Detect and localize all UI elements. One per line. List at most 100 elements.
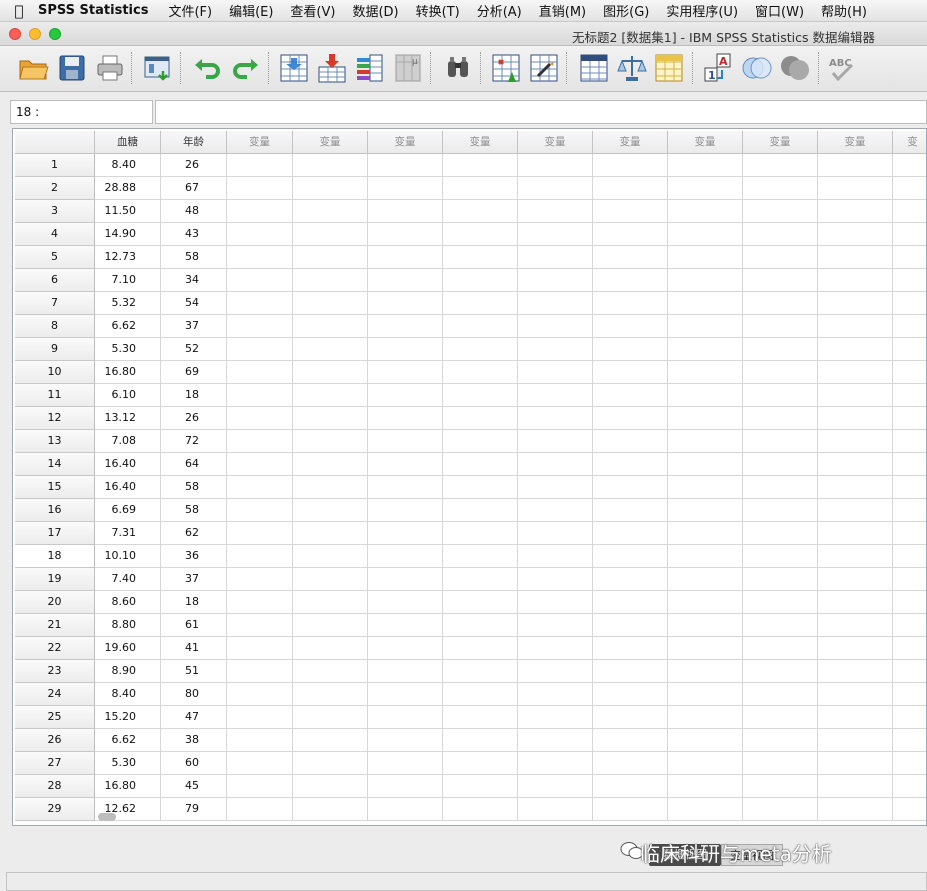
empty-cell[interactable] <box>893 614 926 637</box>
row-number[interactable]: 13 <box>15 430 95 453</box>
use-variable-sets-icon[interactable] <box>740 51 774 85</box>
empty-cell[interactable] <box>743 476 818 499</box>
empty-cell[interactable] <box>668 729 743 752</box>
empty-cell[interactable] <box>743 361 818 384</box>
empty-cell[interactable] <box>443 315 518 338</box>
show-all-variables-icon[interactable] <box>778 51 812 85</box>
empty-cell[interactable] <box>518 499 593 522</box>
empty-cell[interactable] <box>818 591 893 614</box>
empty-cell[interactable] <box>743 315 818 338</box>
empty-cell[interactable] <box>593 660 668 683</box>
empty-cell[interactable] <box>518 384 593 407</box>
empty-cell[interactable] <box>593 430 668 453</box>
menu-view[interactable]: 查看(V) <box>290 1 335 20</box>
empty-cell[interactable] <box>743 499 818 522</box>
empty-cell[interactable] <box>893 775 926 798</box>
cell-age[interactable]: 18 <box>161 591 227 614</box>
empty-cell[interactable] <box>893 315 926 338</box>
empty-cell[interactable] <box>743 775 818 798</box>
empty-cell[interactable] <box>818 683 893 706</box>
row-number[interactable]: 8 <box>15 315 95 338</box>
empty-cell[interactable] <box>227 177 293 200</box>
empty-cell[interactable] <box>893 499 926 522</box>
cell-age[interactable]: 47 <box>161 706 227 729</box>
empty-cell[interactable] <box>368 683 443 706</box>
empty-cell[interactable] <box>227 614 293 637</box>
cell-glucose[interactable]: 8.40 <box>95 154 161 177</box>
empty-cell[interactable] <box>518 545 593 568</box>
cell-glucose[interactable]: 8.40 <box>95 683 161 706</box>
empty-cell[interactable] <box>443 269 518 292</box>
column-header-empty-variable[interactable]: 变 <box>893 131 926 154</box>
data-grid[interactable]: 血糖 年龄 变量 变量 变量 变量 变量 变量 变量 变量 变量变 1 8.40 26 2 28.88 67 3 1… <box>12 128 927 826</box>
redo-icon[interactable] <box>229 51 263 85</box>
empty-cell[interactable] <box>743 568 818 591</box>
empty-cell[interactable] <box>293 522 368 545</box>
cell-glucose[interactable]: 14.90 <box>95 223 161 246</box>
print-icon[interactable] <box>93 51 127 85</box>
empty-cell[interactable] <box>368 706 443 729</box>
empty-cell[interactable] <box>818 798 893 821</box>
empty-cell[interactable] <box>893 683 926 706</box>
column-header-empty-variable[interactable]: 变量 <box>593 131 668 154</box>
empty-cell[interactable] <box>368 522 443 545</box>
empty-cell[interactable] <box>293 453 368 476</box>
select-cases-icon[interactable] <box>652 51 686 85</box>
empty-cell[interactable] <box>518 407 593 430</box>
empty-cell[interactable] <box>227 637 293 660</box>
empty-cell[interactable] <box>293 660 368 683</box>
empty-cell[interactable] <box>818 269 893 292</box>
empty-cell[interactable] <box>818 775 893 798</box>
empty-cell[interactable] <box>893 200 926 223</box>
empty-cell[interactable] <box>227 269 293 292</box>
empty-cell[interactable] <box>227 476 293 499</box>
empty-cell[interactable] <box>743 614 818 637</box>
menu-data[interactable]: 数据(D) <box>352 1 398 20</box>
cell-age[interactable]: 37 <box>161 315 227 338</box>
empty-cell[interactable] <box>293 545 368 568</box>
row-number[interactable]: 14 <box>15 453 95 476</box>
empty-cell[interactable] <box>293 338 368 361</box>
cell-age[interactable]: 52 <box>161 338 227 361</box>
empty-cell[interactable] <box>368 798 443 821</box>
empty-cell[interactable] <box>443 660 518 683</box>
empty-cell[interactable] <box>668 637 743 660</box>
empty-cell[interactable] <box>368 177 443 200</box>
empty-cell[interactable] <box>593 154 668 177</box>
empty-cell[interactable] <box>227 453 293 476</box>
empty-cell[interactable] <box>443 384 518 407</box>
row-number[interactable]: 16 <box>15 499 95 522</box>
cell-age[interactable]: 58 <box>161 499 227 522</box>
empty-cell[interactable] <box>368 292 443 315</box>
empty-cell[interactable] <box>893 407 926 430</box>
empty-cell[interactable] <box>293 384 368 407</box>
empty-cell[interactable] <box>593 729 668 752</box>
empty-cell[interactable] <box>893 384 926 407</box>
empty-cell[interactable] <box>818 522 893 545</box>
empty-cell[interactable] <box>293 269 368 292</box>
apple-menu-icon[interactable]:  <box>0 2 38 20</box>
cell-age[interactable]: 48 <box>161 200 227 223</box>
empty-cell[interactable] <box>893 798 926 821</box>
empty-cell[interactable] <box>368 269 443 292</box>
menu-window[interactable]: 窗口(W) <box>755 1 804 20</box>
empty-cell[interactable] <box>893 453 926 476</box>
empty-cell[interactable] <box>893 269 926 292</box>
row-number[interactable]: 1 <box>15 154 95 177</box>
empty-cell[interactable] <box>893 545 926 568</box>
empty-cell[interactable] <box>443 683 518 706</box>
empty-cell[interactable] <box>227 545 293 568</box>
row-number[interactable]: 10 <box>15 361 95 384</box>
empty-cell[interactable] <box>668 476 743 499</box>
empty-cell[interactable] <box>518 223 593 246</box>
empty-cell[interactable] <box>368 430 443 453</box>
empty-cell[interactable] <box>593 384 668 407</box>
tab-data-view[interactable]: 数据视图 <box>649 844 721 866</box>
cell-glucose[interactable]: 5.32 <box>95 292 161 315</box>
empty-cell[interactable] <box>443 246 518 269</box>
empty-cell[interactable] <box>368 660 443 683</box>
cell-age[interactable]: 37 <box>161 568 227 591</box>
cell-age[interactable]: 36 <box>161 545 227 568</box>
empty-cell[interactable] <box>818 499 893 522</box>
empty-cell[interactable] <box>818 315 893 338</box>
